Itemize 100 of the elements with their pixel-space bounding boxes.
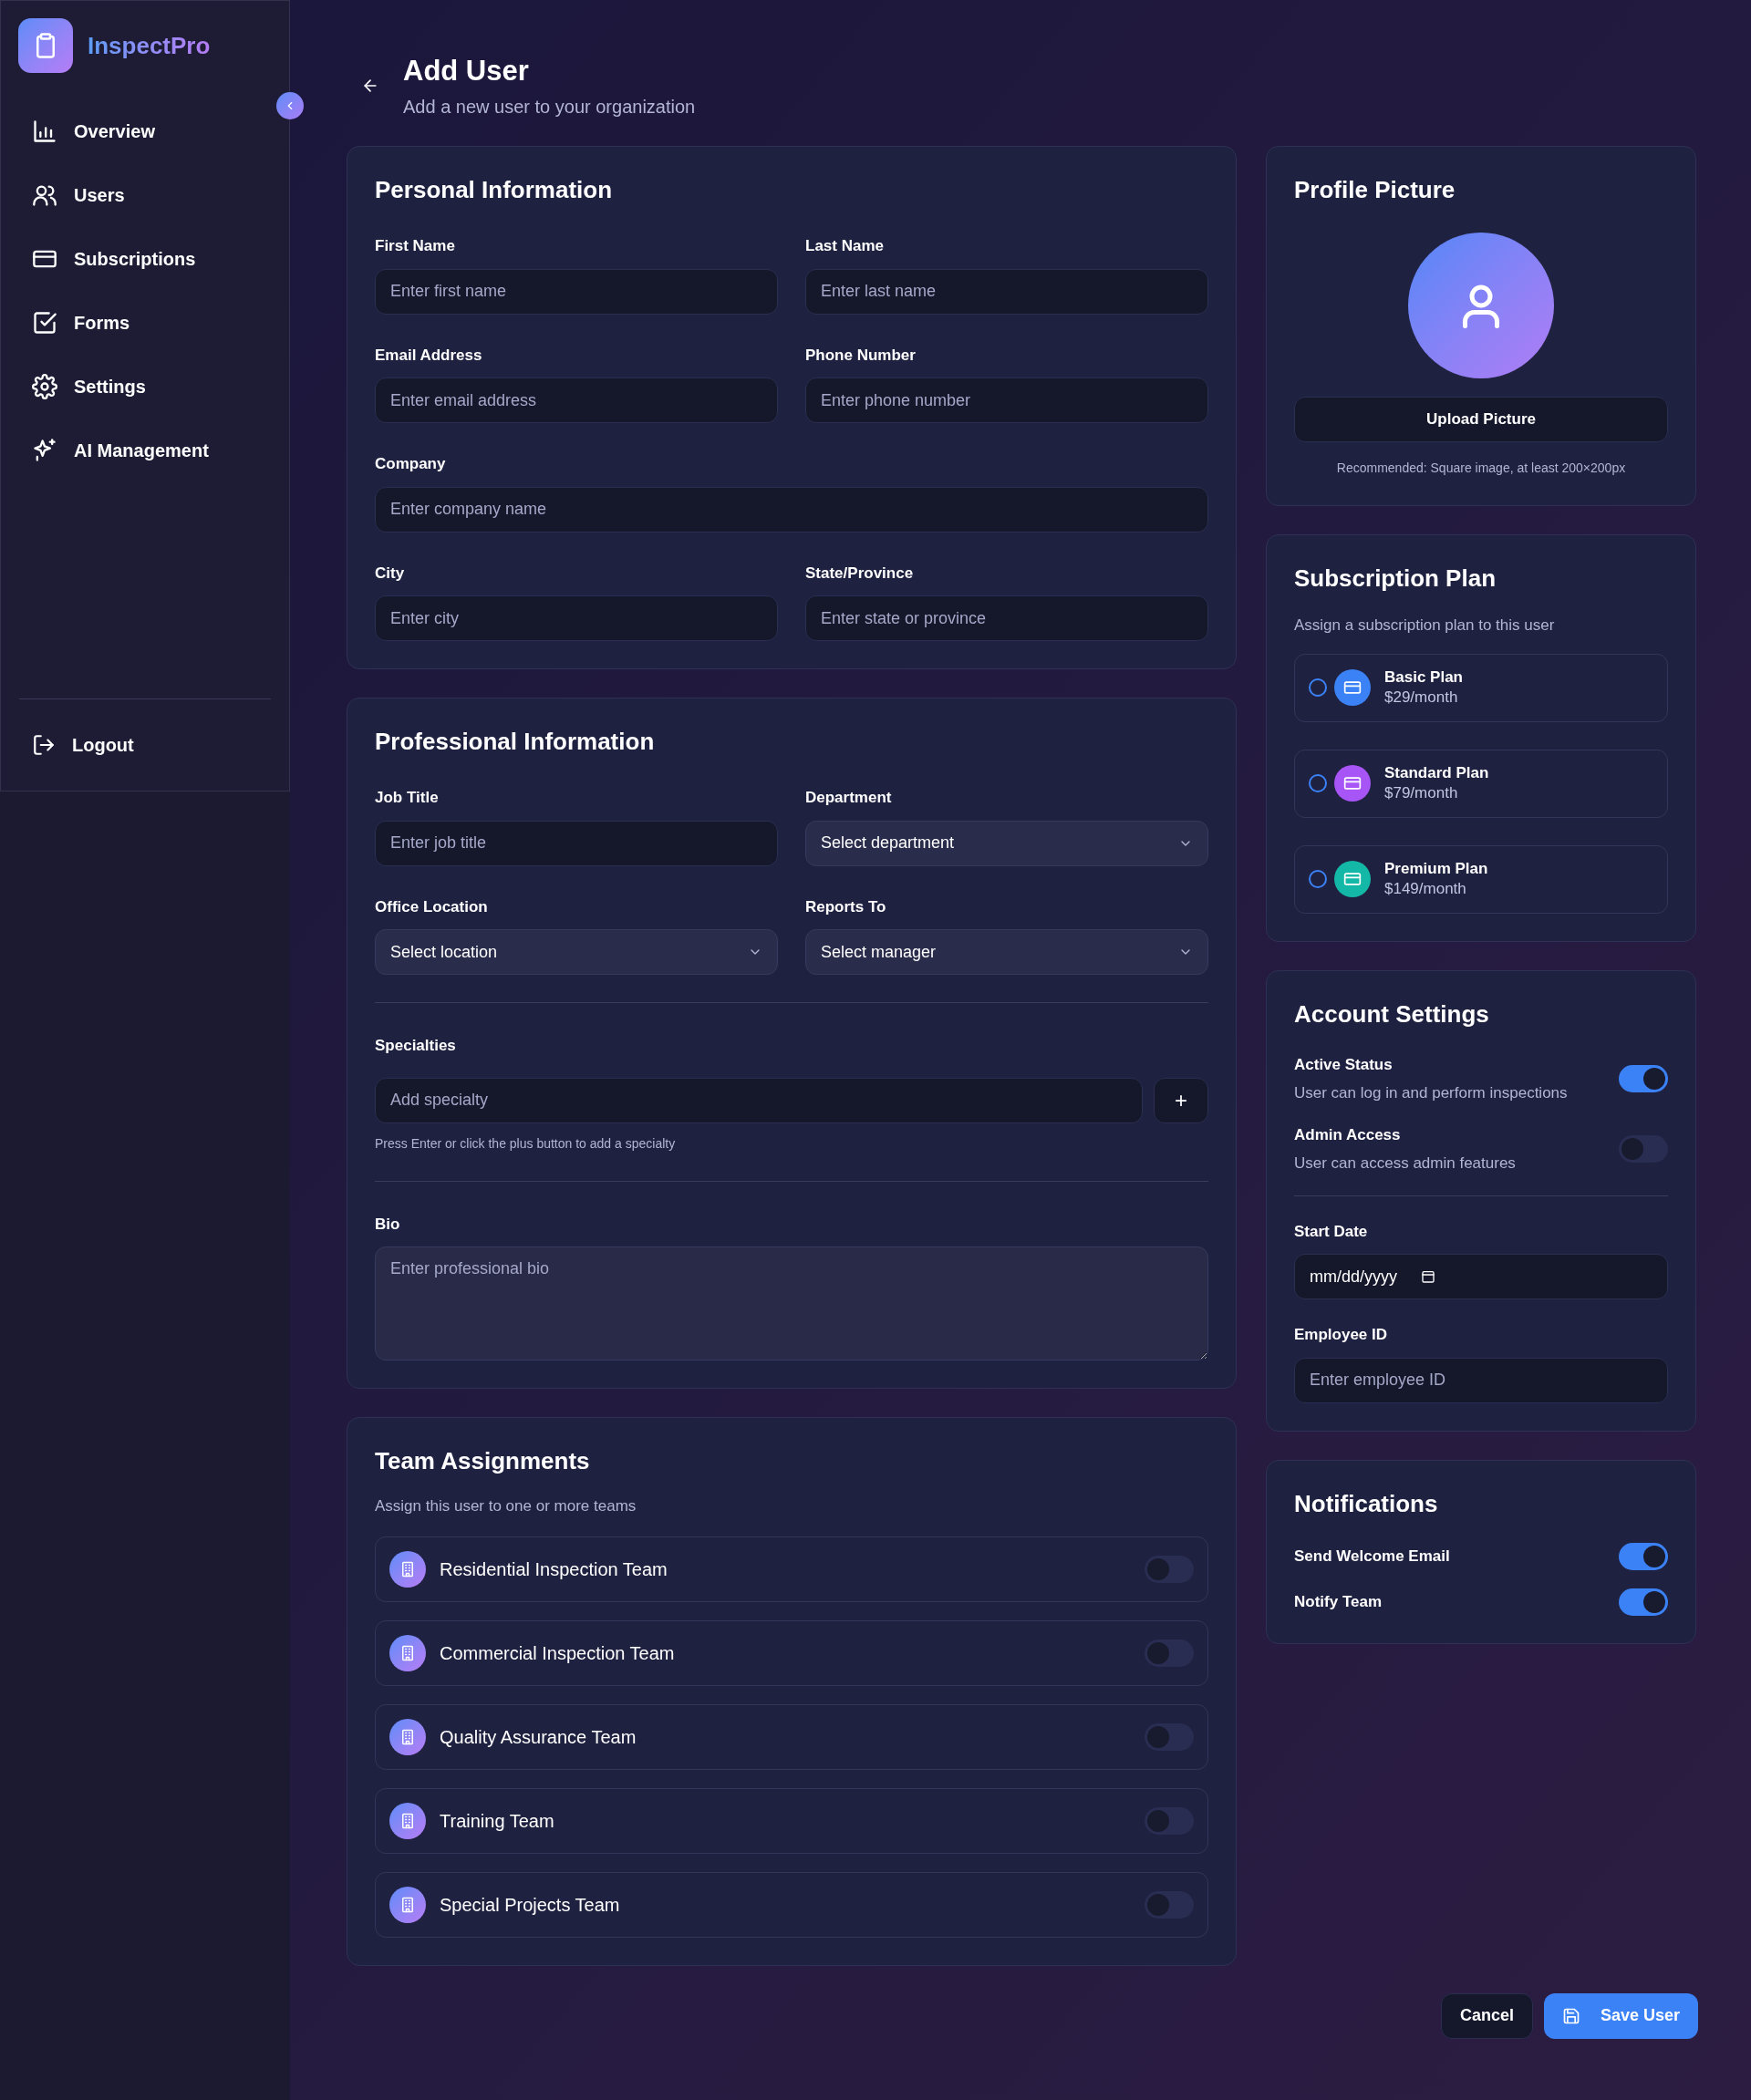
setting-label: Admin Access <box>1294 1124 1402 1145</box>
building-glyph-icon <box>399 1560 416 1578</box>
input-field[interactable]: Enter email address <box>375 378 778 423</box>
field-label: Company <box>375 454 447 474</box>
plan-option[interactable]: Standard Plan $79/month <box>1294 749 1668 818</box>
team-name: Residential Inspection Team <box>440 1557 668 1581</box>
team-name: Quality Assurance Team <box>440 1725 637 1749</box>
setting-description: User can log in and perform inspections <box>1294 1083 1568 1103</box>
team-name: Commercial Inspection Team <box>440 1641 676 1665</box>
dropdown-value: Select department <box>821 833 955 853</box>
add-button[interactable]: + <box>1154 1077 1208 1123</box>
setting-label: Active Status <box>1294 1054 1394 1075</box>
radio-button[interactable] <box>1309 678 1327 697</box>
setting-label: Send Welcome Email <box>1294 1546 1450 1567</box>
credit-card-icon <box>1343 870 1362 888</box>
dropdown-value: Select manager <box>821 941 937 963</box>
credit-card-icon <box>1343 774 1362 792</box>
building-glyph-icon <box>399 1728 416 1745</box>
upload-button[interactable]: Upload Picture <box>1294 397 1668 442</box>
section-title: Personal Information <box>375 175 614 205</box>
input-field[interactable]: Add specialty <box>375 1077 1143 1123</box>
setting-description: User can access admin features <box>1294 1153 1516 1174</box>
setting-label: Notify Team <box>1294 1591 1383 1612</box>
field-label: Department <box>805 788 893 808</box>
input-field[interactable]: Enter last name <box>805 268 1208 315</box>
hint-text: Recommended: Square image, at least 200×200px <box>1335 460 1627 477</box>
nav-item[interactable]: Users <box>19 168 271 222</box>
section-description: Assign a subscription plan to this user <box>1294 616 1556 636</box>
input-field[interactable]: Enter city <box>375 595 778 641</box>
field-label: Start Date <box>1294 1221 1369 1242</box>
input-field[interactable]: Enter employee ID <box>1294 1357 1668 1403</box>
save-icon <box>1561 2006 1580 2025</box>
toggle-switch[interactable] <box>1145 1555 1194 1583</box>
section-title: Team Assignments <box>375 1446 591 1476</box>
field-label: State/Province <box>805 563 915 584</box>
toggle-switch[interactable] <box>1145 1639 1194 1667</box>
field-label: Phone Number <box>805 345 917 366</box>
plan-name: Basic Plan <box>1384 667 1463 688</box>
logout-button[interactable]: Logout <box>19 718 271 772</box>
input-field[interactable]: Enter phone number <box>805 378 1208 423</box>
bar-chart-icon <box>32 119 57 144</box>
plan-name: Premium Plan <box>1384 859 1488 879</box>
radio-button[interactable] <box>1309 870 1327 888</box>
input-field[interactable]: Enter first name <box>375 268 778 315</box>
toggle-switch[interactable] <box>1619 1135 1668 1163</box>
nav-item[interactable]: Settings <box>19 359 271 414</box>
field-label: First Name <box>375 236 456 256</box>
field-label: Employee ID <box>1294 1325 1389 1345</box>
field-label: Bio <box>375 1214 401 1235</box>
toggle-switch[interactable] <box>1145 1806 1194 1835</box>
input-field[interactable]: Enter job title <box>375 820 778 866</box>
logout-icon <box>32 733 56 757</box>
field-label: Office Location <box>375 896 489 917</box>
dropdown[interactable]: Select location <box>375 929 778 975</box>
field-label: Last Name <box>805 236 885 256</box>
plan-price: $29/month <box>1384 688 1459 708</box>
nav-item[interactable]: Forms <box>19 295 271 350</box>
nav-item[interactable]: Overview <box>19 104 271 159</box>
field-label: City <box>375 563 406 584</box>
building-glyph-icon <box>399 1644 416 1661</box>
sparkle-icon <box>32 438 57 463</box>
toggle-switch[interactable] <box>1145 1890 1194 1919</box>
cancel-button[interactable]: Cancel <box>1440 1992 1533 2039</box>
settings-icon <box>32 374 57 399</box>
save-button[interactable]: Save User <box>1543 1992 1698 2039</box>
toggle-switch[interactable] <box>1145 1722 1194 1751</box>
team-name: Training Team <box>440 1809 555 1833</box>
section-title: Account Settings <box>1294 998 1490 1029</box>
toggle-switch[interactable] <box>1619 1588 1668 1616</box>
collapse-button[interactable] <box>276 92 304 119</box>
calendar-icon <box>1421 1269 1435 1284</box>
field-label: Reports To <box>805 896 887 917</box>
building-glyph-icon <box>399 1896 416 1913</box>
input-field[interactable]: Enter company name <box>375 486 1208 533</box>
toggle-switch[interactable] <box>1619 1065 1668 1092</box>
field-label: Job Title <box>375 788 440 808</box>
bio-textarea[interactable]: Enter professional bio <box>375 1247 1208 1360</box>
section-description: Assign this user to one or more teams <box>375 1496 637 1516</box>
date-field[interactable]: mm/dd/yyyy <box>1294 1254 1668 1299</box>
section-title: Profile Picture <box>1294 175 1456 205</box>
nav-item[interactable]: Subscriptions <box>19 232 271 286</box>
plan-price: $149/month <box>1384 879 1467 899</box>
toggle-switch[interactable] <box>1619 1542 1668 1570</box>
dropdown[interactable]: Select manager <box>805 929 1208 975</box>
radio-button[interactable] <box>1309 774 1327 792</box>
building-glyph-icon <box>399 1812 416 1829</box>
section-title: Subscription Plan <box>1294 564 1497 594</box>
input-field[interactable]: Enter state or province <box>805 595 1208 641</box>
plan-option[interactable]: Premium Plan $149/month <box>1294 844 1668 914</box>
credit-card-icon <box>1343 678 1362 697</box>
checkbox-icon <box>32 310 57 336</box>
section-title: Notifications <box>1294 1488 1439 1519</box>
plan-price: $79/month <box>1384 783 1459 803</box>
field-label: Specialties <box>375 1036 457 1056</box>
plan-option[interactable]: Basic Plan $29/month <box>1294 653 1668 722</box>
dropdown-value: Select location <box>390 941 498 963</box>
nav-item[interactable]: AI Management <box>19 423 271 478</box>
team-name: Special Projects Team <box>440 1893 621 1917</box>
plan-name: Standard Plan <box>1384 763 1489 783</box>
dropdown[interactable]: Select department <box>805 820 1208 866</box>
